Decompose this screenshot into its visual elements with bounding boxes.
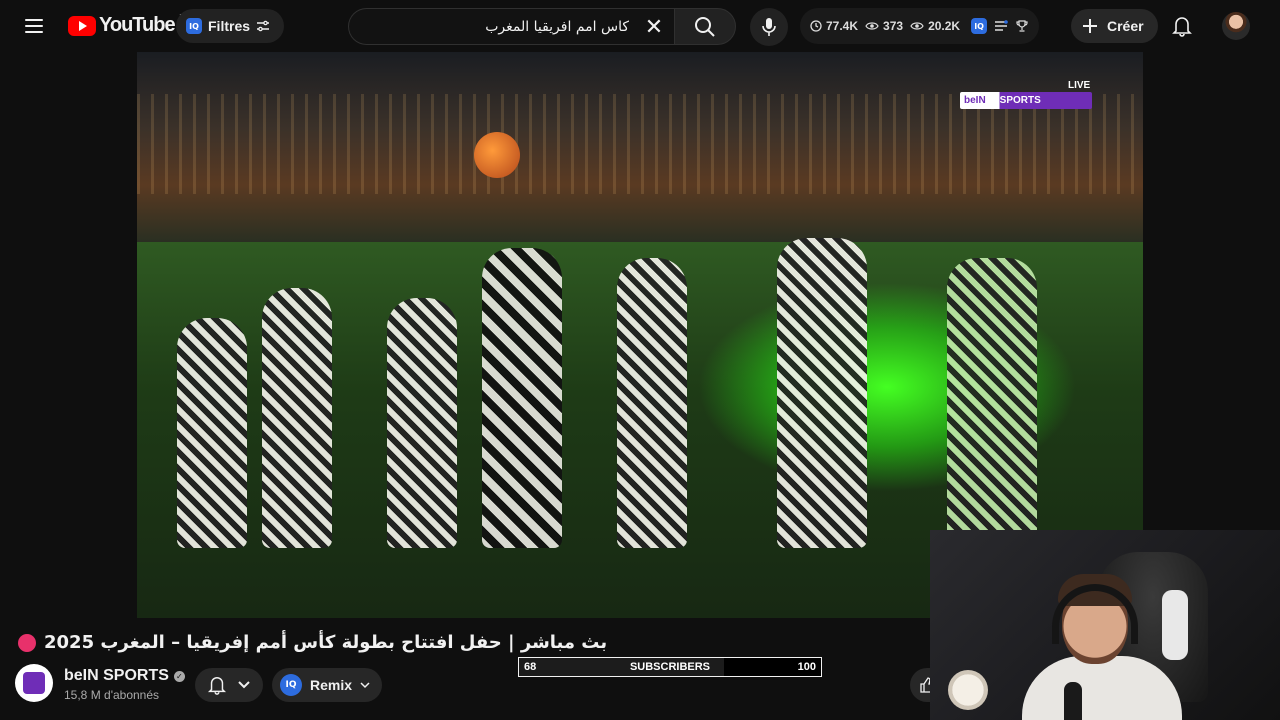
webcam-overlay [930, 530, 1280, 720]
filters-label: Filtres [208, 18, 251, 34]
live-label: LIVE [1068, 80, 1091, 91]
search-button[interactable] [674, 8, 736, 45]
subscriber-goal-bar: 68 SUBSCRIBERS 100 [518, 657, 822, 677]
channel-name[interactable]: beIN SPORTS ✓ [64, 667, 185, 685]
likes-count: 373 [883, 19, 904, 33]
bell-icon [1172, 17, 1192, 37]
subscriber-count: 15,8 M d'abonnés [64, 688, 160, 702]
avatar[interactable] [1222, 12, 1250, 40]
list-icon[interactable] [994, 20, 1008, 32]
live-dot-icon [18, 633, 36, 652]
microphone-icon [762, 18, 776, 36]
logo-text: YouTube [99, 14, 176, 36]
iq-icon[interactable]: IQ [971, 18, 988, 34]
chevron-down-icon [238, 681, 250, 689]
views-count: 77.4K [826, 19, 859, 33]
dancer [947, 258, 1037, 548]
trophy-icon[interactable] [1015, 19, 1029, 33]
sports-text: SPORTS [999, 95, 1041, 106]
youtube-logo[interactable]: YouTube TN [68, 13, 190, 37]
goal-label: SUBSCRIBERS [629, 661, 711, 673]
notifications-button[interactable] [1166, 10, 1198, 42]
create-label: Créer [1107, 18, 1144, 34]
channel-avatar[interactable] [15, 664, 53, 702]
search-box: ✕ [348, 8, 674, 45]
bein-text: beIN [964, 95, 986, 106]
plus-icon [1083, 19, 1097, 33]
remix-label: Remix [310, 677, 353, 693]
stadium-lights [137, 94, 1143, 194]
dancer [777, 238, 867, 548]
video-title-row: بث مباشر | حفل افتتاح بطولة كأس أمم إفري… [18, 632, 607, 653]
desk-lamp [948, 670, 988, 710]
viewers-count: 20.2K [928, 19, 961, 33]
voice-search-button[interactable] [750, 8, 788, 46]
dancer [482, 248, 562, 548]
menu-icon[interactable] [18, 12, 50, 40]
viewers-eye-icon [910, 22, 924, 30]
ball [474, 132, 520, 178]
dancer [617, 258, 687, 548]
bein-logo-icon [23, 672, 45, 694]
streamer [1022, 570, 1182, 720]
chevron-down-icon [360, 682, 370, 689]
filters-button[interactable]: IQ Filtres [176, 9, 285, 43]
iq-icon: IQ [280, 674, 302, 696]
close-icon[interactable]: ✕ [642, 14, 666, 39]
filter-sliders-icon [257, 20, 270, 32]
video-title: بث مباشر | حفل افتتاح بطولة كأس أمم إفري… [44, 632, 608, 653]
subscription-bell-button[interactable] [195, 668, 263, 702]
verified-icon: ✓ [173, 670, 185, 682]
eye-icon [865, 22, 879, 30]
bell-icon [207, 677, 227, 695]
channel-name-text: beIN SPORTS [64, 667, 169, 684]
goal-target: 100 [797, 661, 816, 673]
top-bar: YouTube TN IQ Filtres ✕ 77.4K 373 20.2K … [0, 0, 1280, 52]
dancer [262, 288, 332, 548]
clock-icon [810, 20, 822, 32]
search-icon [695, 16, 715, 37]
search-input[interactable] [349, 18, 629, 35]
youtube-play-icon [68, 15, 96, 36]
remix-button[interactable]: IQ Remix [272, 668, 383, 702]
iq-icon: IQ [186, 18, 202, 34]
stream-stats: 77.4K 373 20.2K IQ [800, 8, 1040, 44]
microphone-stand [1064, 682, 1082, 720]
dancer [177, 318, 247, 548]
dancer [387, 298, 457, 548]
bein-sports-badge: beIN SPORTS [960, 92, 1092, 109]
create-button[interactable]: Créer [1071, 9, 1158, 43]
